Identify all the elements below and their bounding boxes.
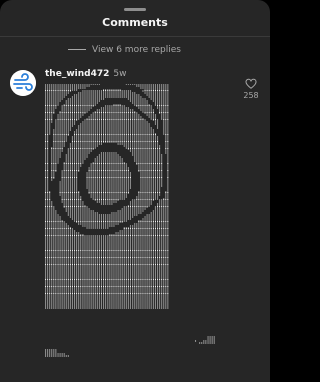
sheet-title: Comments bbox=[102, 16, 168, 29]
divider bbox=[0, 36, 270, 37]
comment-meta: the_wind472 5w bbox=[45, 69, 126, 79]
comment-ascii-art: ⣿⣿⣿⣿⣿⣿⣿⣿⠿⠿⠛⠉⠉⠁⣀⣀⣀⣀⡀⠈⠉⠉⠛⠿⣿⣿⣿⣿⣿⣿ ⣿⣿⣿⣿⣿⠟⢁⣤⣶… bbox=[44, 84, 169, 309]
comments-sheet: Comments View 6 more replies the_wind472… bbox=[0, 0, 270, 382]
comment-ascii-tail-left: ⣿⣿⣿⣤⣤⣀ bbox=[44, 349, 70, 357]
like-button[interactable]: 258 bbox=[240, 78, 262, 100]
heart-icon bbox=[245, 78, 257, 89]
comment-time: 5w bbox=[113, 69, 127, 79]
username-link[interactable]: the_wind472 bbox=[45, 69, 109, 79]
wind-logo-icon bbox=[10, 70, 36, 96]
drag-handle[interactable] bbox=[124, 8, 146, 11]
view-more-replies-button[interactable]: View 6 more replies bbox=[68, 45, 181, 55]
comment-ascii-tail-right: ⠄⣀⣤⣿⣿ bbox=[194, 336, 216, 344]
like-count: 258 bbox=[243, 91, 259, 100]
view-more-replies-label: View 6 more replies bbox=[92, 45, 181, 55]
avatar[interactable] bbox=[10, 70, 36, 96]
reply-thread-line bbox=[68, 49, 86, 50]
